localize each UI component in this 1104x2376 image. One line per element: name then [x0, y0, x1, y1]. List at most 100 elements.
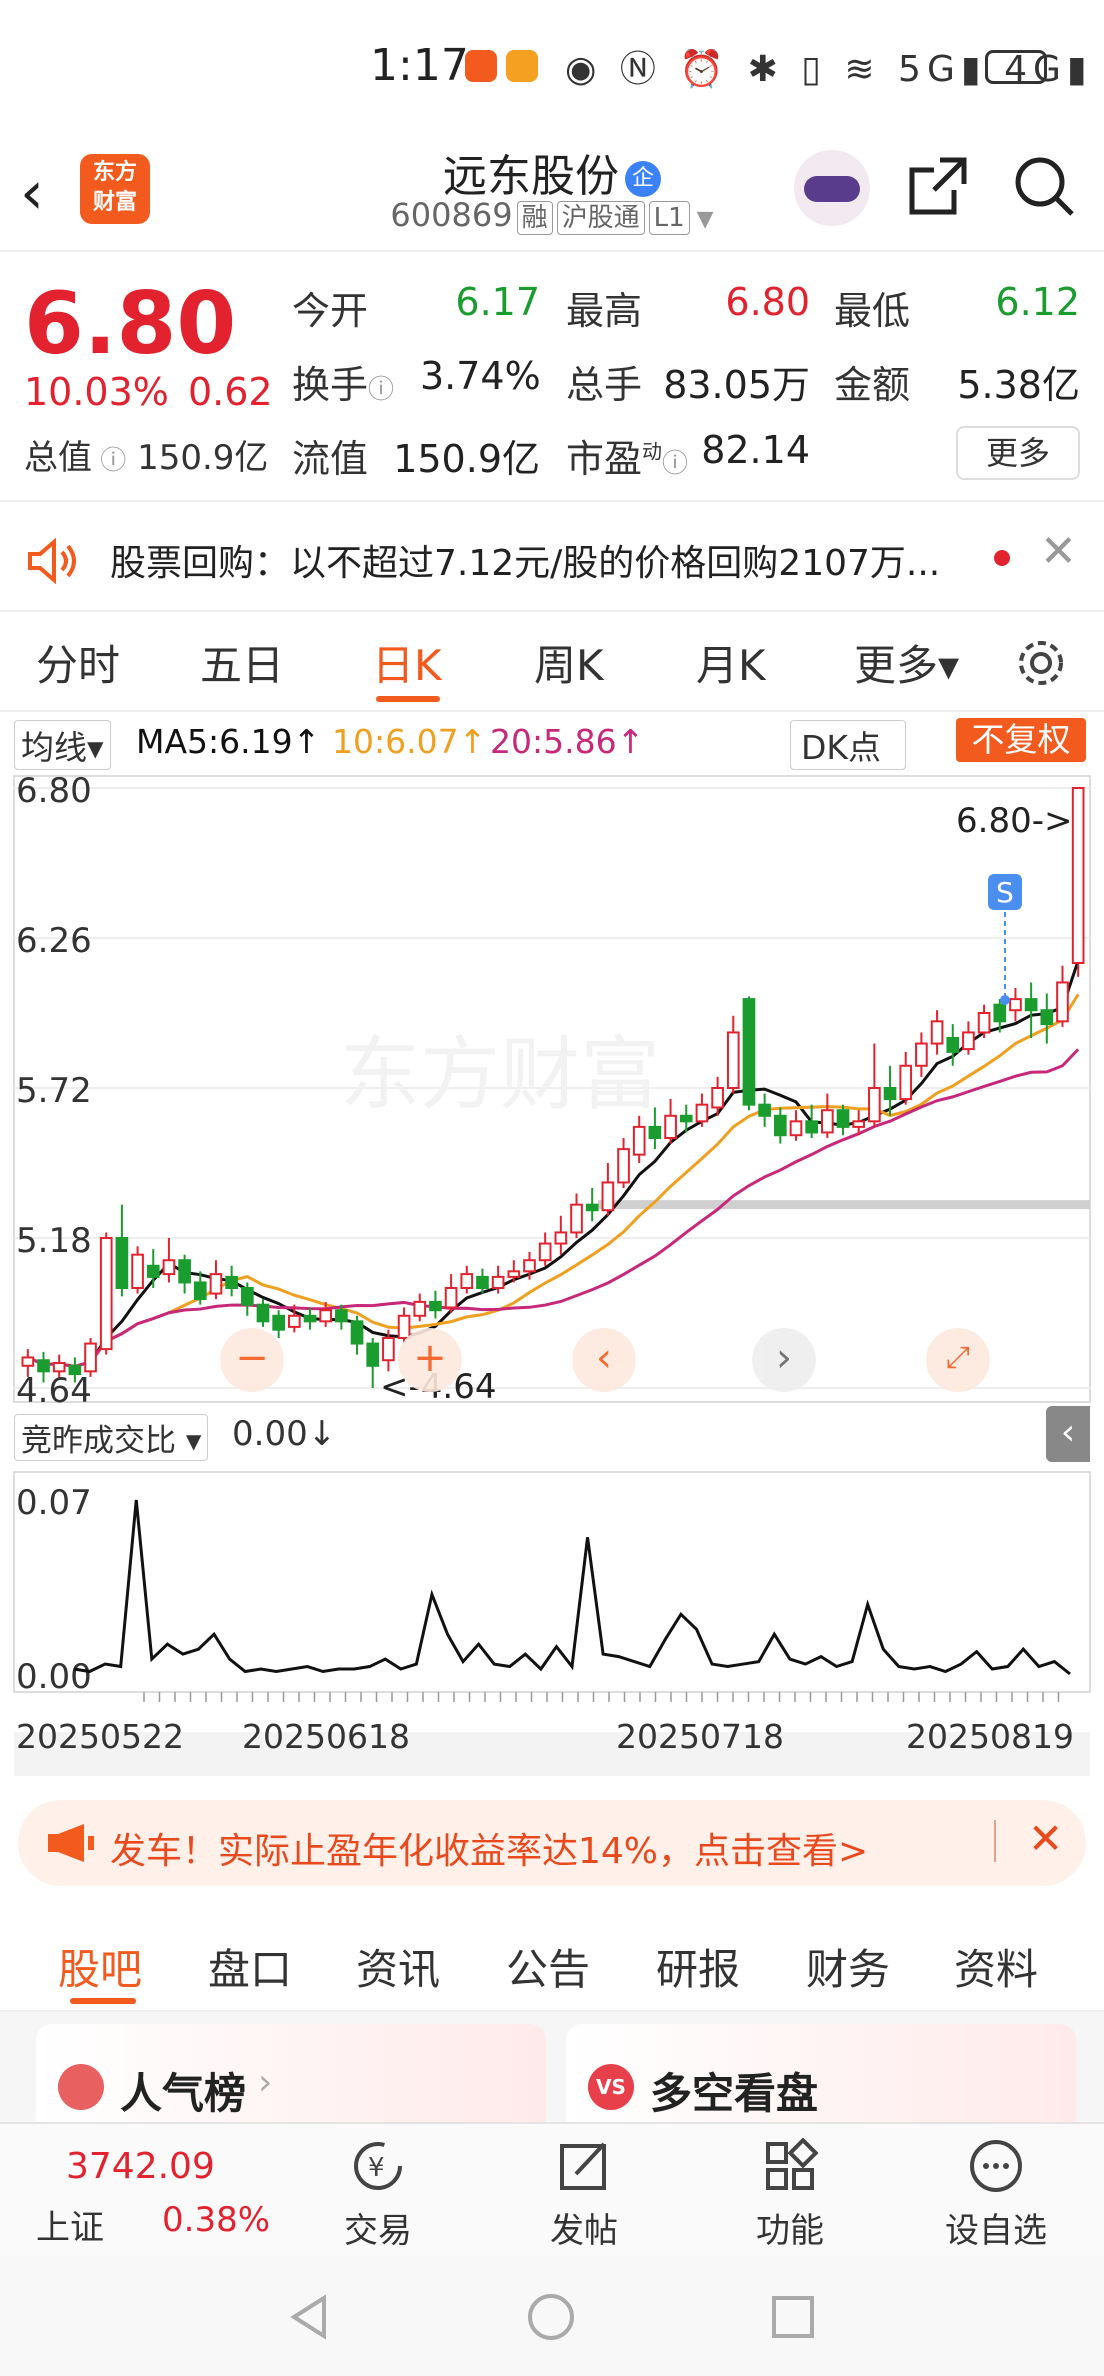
vol-y-tick-label: 0.00 — [16, 1657, 92, 1697]
index-change[interactable]: 0.38% — [162, 2200, 270, 2240]
open-value: 6.17 — [455, 280, 540, 324]
low-label: 最低 — [834, 289, 911, 333]
zoom-out-button[interactable]: − — [220, 1328, 284, 1392]
candle-body — [99, 1237, 113, 1351]
candle-body — [37, 1359, 50, 1373]
candle-body — [1024, 998, 1038, 1012]
buyback-notice[interactable]: 股票回购：以不超过7.12元/股的价格回购2107万... ✕ — [0, 508, 1104, 612]
candle-body — [711, 1087, 724, 1109]
vs-icon: VS — [588, 2064, 634, 2110]
kline-chart-area[interactable]: 东方财富 6.806.265.725.184.64 6.80-><-4.64S … — [0, 772, 1104, 1782]
pe-label: 市盈动ⓘ — [566, 437, 689, 481]
candle-body — [240, 1287, 254, 1306]
tab-announcements[interactable]: 公告 — [506, 1936, 590, 1997]
tab-five-day[interactable]: 五日 — [200, 632, 284, 693]
index-value[interactable]: 3742.09 — [66, 2146, 215, 2187]
candle-body — [444, 1287, 458, 1309]
nav-recents-icon[interactable] — [768, 2292, 818, 2342]
bull-bear-card[interactable]: VS 多空看盘 — [566, 2024, 1076, 2134]
divider — [994, 1820, 996, 1862]
megaphone-icon — [48, 1824, 94, 1862]
search-icon[interactable] — [1012, 154, 1076, 218]
share-icon[interactable] — [906, 154, 970, 218]
candle-body — [413, 1300, 427, 1317]
candle-body — [476, 1275, 489, 1289]
tab-news[interactable]: 资讯 — [356, 1936, 440, 1997]
y-tick-label: 4.64 — [16, 1371, 92, 1411]
add-watchlist-button[interactable]: 设自选 — [926, 2138, 1066, 2252]
sub-indicator-selector[interactable]: 竞昨成交比 ▾ — [14, 1414, 209, 1461]
assistant-avatar-icon[interactable] — [794, 150, 870, 226]
tab-more[interactable]: 更多▾ — [854, 632, 959, 693]
volume-label: 总手 — [566, 363, 643, 407]
tab-profile[interactable]: 资料 — [954, 1936, 1038, 1997]
candle-body — [773, 1114, 787, 1137]
scroll-left-button[interactable]: ‹ — [572, 1328, 636, 1392]
popularity-title: 人气榜 — [120, 2069, 247, 2118]
candle-body — [538, 1242, 552, 1262]
post-button[interactable]: 发帖 — [514, 2138, 654, 2252]
dk-point-toggle[interactable]: DK点 — [790, 720, 907, 770]
candle-body — [397, 1314, 411, 1339]
collapse-panel-button[interactable]: ‹ — [1046, 1406, 1090, 1462]
tab-pankou[interactable]: 盘口 — [208, 1936, 292, 1997]
candle-body — [429, 1300, 442, 1312]
bull-bear-title: 多空看盘 — [650, 2069, 819, 2118]
candle-body — [868, 1087, 881, 1123]
scroll-right-button[interactable]: › — [752, 1328, 816, 1392]
adjust-mode-button[interactable]: 不复权 — [956, 718, 1086, 762]
settings-gear-icon[interactable] — [1014, 636, 1068, 690]
close-promo-icon[interactable]: ✕ — [1028, 1814, 1063, 1863]
candle-body — [962, 1031, 975, 1051]
tab-daily-k[interactable]: 日K — [372, 632, 442, 693]
trade-button[interactable]: ¥ 交易 — [308, 2138, 448, 2252]
promo-banner[interactable]: 发车！实际止盈年化收益率达14%，点击查看> ✕ — [18, 1800, 1086, 1886]
system-nav-bar — [0, 2256, 1104, 2376]
close-notice-icon[interactable]: ✕ — [1040, 526, 1077, 577]
candle-body — [648, 1125, 662, 1139]
low-value: 6.12 — [995, 280, 1080, 324]
watermark: 东方财富 — [340, 1028, 660, 1121]
active-subtab-indicator — [70, 1998, 136, 2004]
ma-indicator-bar: 均线▾ MA5:6.19↑ 10:6.07↑ 20:5.86↑ DK点 不复权 — [0, 712, 1104, 772]
candle-body — [930, 1020, 944, 1045]
stock-header: ‹ 东方 财富 远东股份企 600869 融沪股通 L1 ▼ — [0, 140, 1104, 252]
tab-monthly-k[interactable]: 月K — [696, 632, 766, 693]
sub-indicator-value: 0.00↓ — [232, 1414, 337, 1454]
function-button[interactable]: 功能 — [720, 2137, 860, 2252]
ma-selector[interactable]: 均线▾ — [14, 720, 111, 770]
nav-home-icon[interactable] — [526, 2292, 576, 2342]
volume-value: 83.05万 — [663, 363, 810, 407]
more-quote-button[interactable]: 更多 — [956, 426, 1080, 480]
candle-body — [601, 1181, 615, 1212]
candle-body — [695, 1103, 709, 1123]
candle-body — [632, 1125, 646, 1156]
tab-research[interactable]: 研报 — [656, 1936, 740, 1997]
tab-finance[interactable]: 财务 — [806, 1936, 890, 1997]
kline-svg[interactable]: 东方财富 6.806.265.725.184.64 6.80-><-4.64S … — [0, 772, 1104, 1782]
popularity-card[interactable]: 人气榜 › — [36, 2024, 546, 2134]
tab-weekly-k[interactable]: 周K — [534, 632, 604, 693]
candle-body — [993, 1003, 1007, 1023]
fullscreen-icon[interactable]: ⤢ — [926, 1328, 990, 1392]
candle-body — [915, 1042, 928, 1067]
index-name[interactable]: 上证 — [36, 2200, 104, 2249]
enterprise-badge-icon: 企 — [625, 161, 661, 197]
tab-timeshare[interactable]: 分时 — [36, 632, 120, 693]
tab-guba[interactable]: 股吧 — [58, 1936, 142, 1997]
candle-body — [209, 1273, 223, 1295]
nav-back-icon[interactable] — [284, 2292, 334, 2342]
market-cap: 总值 ⓘ 150.9亿 — [24, 438, 269, 478]
y-tick-label: 6.26 — [16, 921, 92, 961]
current-price: 6.80 — [24, 274, 237, 374]
zoom-in-button[interactable]: + — [398, 1328, 462, 1392]
candle-body — [288, 1314, 301, 1328]
candle-body — [977, 1012, 991, 1034]
vol-y-tick-label: 0.07 — [16, 1483, 92, 1523]
candle-body — [162, 1259, 176, 1276]
candle-body — [460, 1273, 474, 1290]
chart-period-tabs: 分时 五日 日K 周K 月K 更多▾ — [0, 612, 1104, 712]
open-label: 今开 — [292, 289, 369, 333]
float-value: 150.9亿 — [393, 437, 540, 481]
bottom-toolbar: 3742.09 上证 0.38% ¥ 交易 发帖 功能 设自选 — [0, 2122, 1104, 2256]
